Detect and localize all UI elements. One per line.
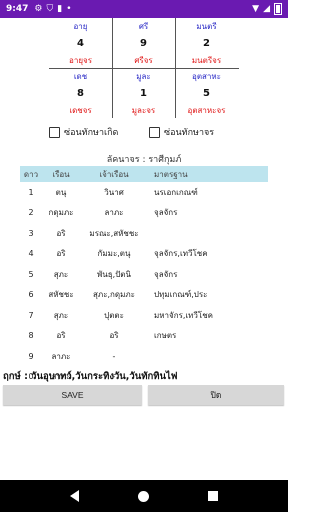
grid-cell-mula[interactable]: มูละ 1 มูละจร [112,68,175,118]
status-bar: 9:47 ⚙ ⛉ ▮ • ▼ ◢ [0,0,288,18]
home-icon[interactable] [137,490,149,502]
checkbox-row: ซ่อนทักษาเกิด ซ่อนทักษาจร [49,125,279,139]
cell-name: อายุ [73,22,88,31]
table-body: 1 ตนุ วินาศ นรเอกเกณฑ์ 2 กดุมภะ ลาภะ จุลจักร 3 อร… [20,182,268,387]
standard-cell: จุลจักร,เทวีโชค [154,249,208,259]
cell-name: อุตสาหะ [192,72,221,81]
table-header: ดาว เรือน เจ้าเรือน มาตรฐาน [20,166,268,182]
checkbox-box[interactable] [149,126,160,138]
planet-cell: 5 [28,269,34,279]
standard-cell: ปทุมเกณฑ์,ประ [154,290,208,300]
planet-cell: 2 [28,208,34,218]
table-row: 1 ตนุ วินาศ นรเอกเกณฑ์ [20,182,268,203]
signal-icon: ◢ [263,4,270,14]
house-cell: สุภะ [53,310,69,320]
grid-cell-montri[interactable]: มนตรี 2 มนตรีจร [175,18,238,68]
grid-cell-ayu[interactable]: อายุ 4 อายุจร [49,18,112,68]
standard-cell: เกษตร [154,331,177,341]
table-row: 7 สุภะ ปุตตะ มหาจักร,เทวีโชค [20,305,268,326]
cell-transit: อายุจร [69,56,92,65]
cell-name: มนตรี [196,22,217,31]
owner-cell: ลาภะ [104,208,124,218]
house-cell: ลาภะ [51,351,71,361]
grid-cell-sri[interactable]: ศรี 9 ศรีจร [112,18,175,68]
standard-cell: มหาจักร,เทวีโชค [154,310,213,320]
planet-cell: 9 [28,351,34,361]
planet-cell: 3 [28,228,34,238]
wifi-icon: ▼ [252,4,260,14]
owner-cell: มรณะ,สหัชชะ [89,228,139,238]
owner-cell: สุภะ,กดุมภะ [93,290,135,300]
planet-cell: 6 [28,290,34,300]
hide-transit-checkbox[interactable]: ซ่อนทักษาจร [149,125,214,139]
shield-icon: ⛉ [46,4,54,14]
header-planet: ดาว [23,169,39,179]
house-cell: ตนุ [55,187,67,197]
cell-name: ศรี [138,22,149,31]
hide-birth-checkbox[interactable]: ซ่อนทักษาเกิด [49,125,118,139]
cell-number: 4 [77,38,84,49]
checkbox-box[interactable] [49,126,60,138]
planet-cell: 1 [28,187,34,197]
auspicious-text: ฤกษ์ : วันอุบาทว์,วันกระทิงวัน,วันทักทิน… [3,371,178,382]
back-icon[interactable] [69,490,79,502]
standard-cell: นรเอกเกณฑ์ [154,187,198,197]
house-cell: สุภะ [53,269,69,279]
table-row: 6 สหัชชะ สุภะ,กดุมภะ ปทุมเกณฑ์,ประ [20,285,268,306]
grid-cell-utsaha[interactable]: อุตสาหะ 5 อุตสาหะจร [175,68,238,118]
owner-cell: อริ [109,331,119,341]
lagna-title: ลัคนาจร : ราศีกุมภ์ [106,155,182,165]
cell-transit: ศรีจร [134,56,153,65]
gear-icon: ⚙ [34,4,43,14]
planet-cell: 4 [28,249,34,259]
sim-icon: ▮ [57,4,63,14]
planet-table: ดาว เรือน เจ้าเรือน มาตรฐาน 1 ตนุ วินาศ นรเ… [20,166,268,387]
cell-number: 1 [140,88,147,99]
house-cell: อริ [56,331,66,341]
owner-cell: ปุตตะ [104,310,124,320]
planet-cell: 8 [28,331,34,341]
checkbox-label: ซ่อนทักษาจร [164,128,215,138]
taksa-grid: อายุ 4 อายุจร ศรี 9 ศรีจร มนตรี 2 มนตรีจ… [49,18,239,118]
house-cell: อริ [56,249,66,259]
cell-transit: มูละจร [131,106,156,115]
battery-icon [274,3,282,15]
standard-cell: จุลจักร [154,208,178,218]
owner-cell: - [112,351,116,361]
cell-number: 8 [77,88,84,99]
cell-name: เดช [73,72,88,81]
recent-apps-icon[interactable] [208,491,219,501]
table-row: 2 กดุมภะ ลาภะ จุลจักร [20,203,268,224]
close-button[interactable]: ปิด [148,385,284,405]
house-cell: กดุมภะ [48,208,74,218]
cell-number: 5 [203,88,210,99]
planet-cell: 7 [28,310,34,320]
header-owner: เจ้าเรือน [99,169,129,179]
owner-cell: กัมมะ,ตนุ [97,249,131,259]
standard-cell: จุลจักร [154,269,178,279]
house-cell: สหัชชะ [48,290,74,300]
save-button[interactable]: SAVE [3,385,142,405]
grid-cell-det[interactable]: เดช 8 เดชจร [49,68,112,118]
table-row: 9 ลาภะ - [20,346,268,367]
table-row: 3 อริ มรณะ,สหัชชะ [20,223,268,244]
dot-icon: • [66,4,72,14]
owner-cell: วินาศ [104,187,124,197]
cell-transit: มนตรีจร [191,56,222,65]
header-house: เรือน [52,169,70,179]
cell-transit: อุตสาหะจร [187,106,226,115]
checkbox-label: ซ่อนทักษาเกิด [64,128,119,138]
cell-number: 9 [140,38,147,49]
status-time: 9:47 [6,4,29,14]
cell-transit: เดชจร [69,106,92,115]
navigation-bar [0,480,288,512]
table-row: 8 อริ อริ เกษตร [20,326,268,347]
table-row: 5 สุภะ พันธุ,ปัตนิ จุลจักร [20,264,268,285]
cell-number: 2 [203,38,210,49]
house-cell: อริ [56,228,66,238]
cell-name: มูละ [136,72,151,81]
table-row: 4 อริ กัมมะ,ตนุ จุลจักร,เทวีโชค [20,244,268,265]
owner-cell: พันธุ,ปัตนิ [97,269,131,279]
header-standard: มาตรฐาน [154,169,188,179]
